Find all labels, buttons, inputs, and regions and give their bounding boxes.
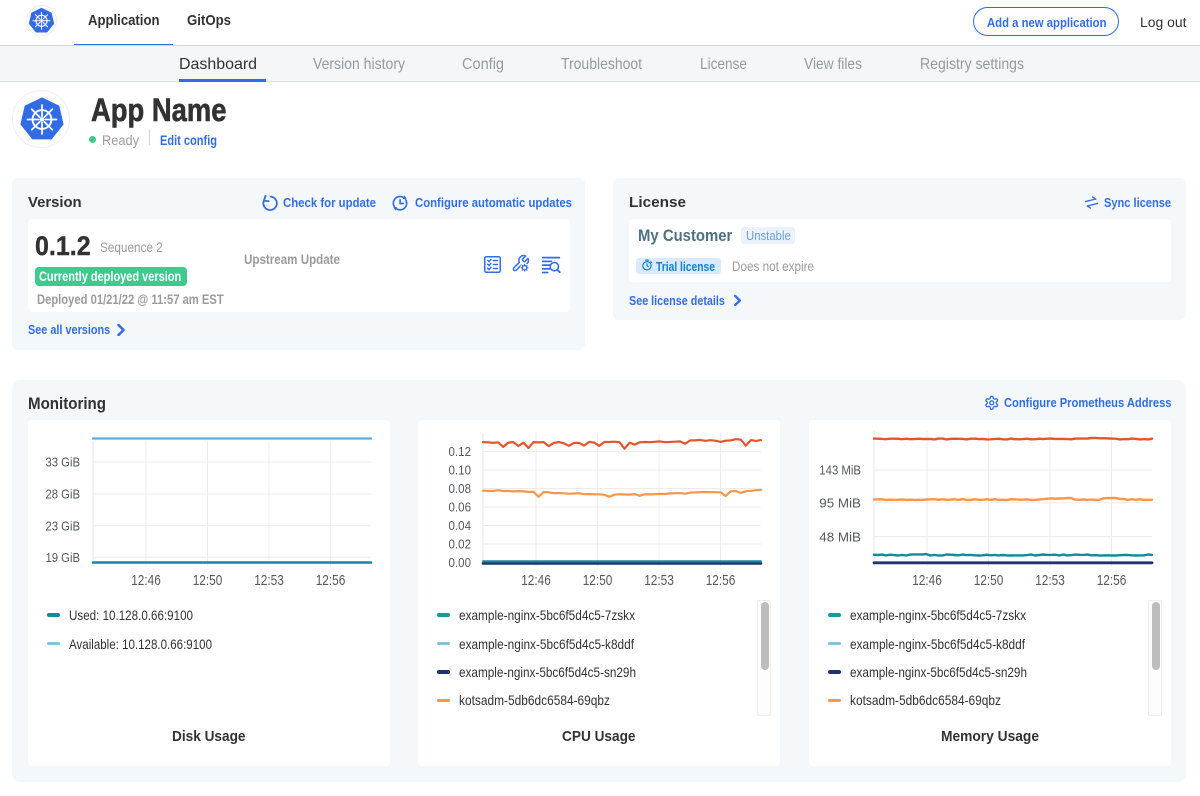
svg-text:143 MiB: 143 MiB — [819, 463, 861, 478]
svg-text:12:50: 12:50 — [583, 572, 613, 589]
svg-text:28 GiB: 28 GiB — [46, 487, 81, 502]
svg-text:19 GiB: 19 GiB — [46, 550, 81, 565]
svg-text:12:53: 12:53 — [644, 572, 674, 589]
svg-text:12:46: 12:46 — [912, 572, 942, 589]
svg-text:33 GiB: 33 GiB — [46, 455, 81, 470]
svg-text:0.10: 0.10 — [449, 463, 472, 478]
svg-text:12:50: 12:50 — [974, 572, 1004, 589]
svg-text:0.00: 0.00 — [449, 555, 472, 570]
svg-text:0.04: 0.04 — [449, 518, 472, 533]
svg-text:0.06: 0.06 — [449, 500, 472, 515]
svg-text:12:50: 12:50 — [193, 572, 223, 589]
svg-text:23 GiB: 23 GiB — [46, 519, 81, 534]
svg-text:0.08: 0.08 — [449, 481, 472, 496]
svg-text:0.12: 0.12 — [449, 444, 472, 459]
svg-text:12:56: 12:56 — [706, 572, 736, 589]
svg-text:12:56: 12:56 — [316, 572, 346, 589]
svg-text:48 MiB: 48 MiB — [819, 529, 861, 544]
svg-text:12:53: 12:53 — [254, 572, 284, 589]
svg-text:95 MiB: 95 MiB — [819, 495, 861, 510]
svg-text:12:46: 12:46 — [521, 572, 551, 589]
svg-text:12:53: 12:53 — [1035, 572, 1065, 589]
svg-text:0.02: 0.02 — [449, 537, 472, 552]
svg-text:12:46: 12:46 — [131, 572, 161, 589]
svg-text:12:56: 12:56 — [1097, 572, 1127, 589]
